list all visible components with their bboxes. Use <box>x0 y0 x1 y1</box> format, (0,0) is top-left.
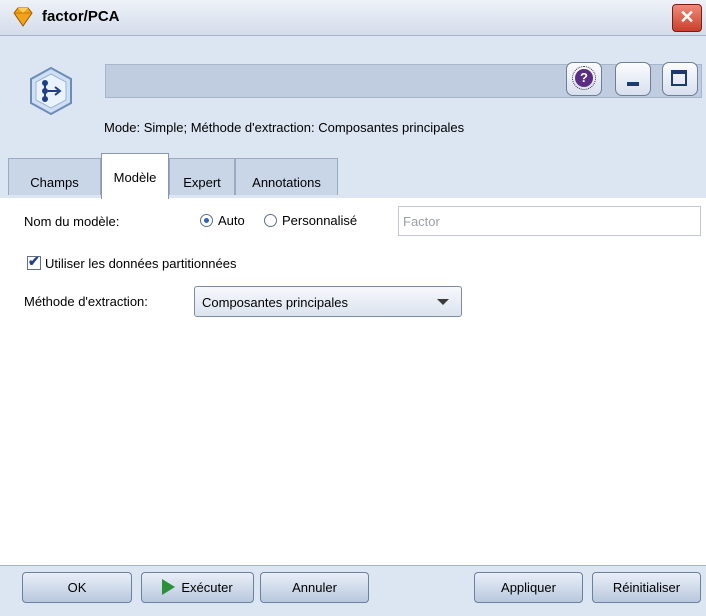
dialog-window: factor/PCA ✕ ? Mode: Simple; Méthode d'e… <box>0 0 706 616</box>
help-icon: ? <box>572 66 596 90</box>
help-button[interactable]: ? <box>566 62 602 96</box>
mode-summary: Mode: Simple; Méthode d'extraction: Comp… <box>104 120 465 135</box>
window-title: factor/PCA <box>42 8 120 25</box>
radio-custom-label[interactable]: Personnalisé <box>282 213 357 228</box>
ok-button[interactable]: OK <box>22 572 132 603</box>
model-tab-panel: Nom du modèle: Auto Personnalisé Factor … <box>0 198 706 565</box>
minimize-icon <box>627 82 639 86</box>
header-bar <box>105 64 702 98</box>
model-name-input[interactable]: Factor <box>398 206 701 236</box>
execute-label: Exécuter <box>181 580 233 595</box>
factor-node-icon <box>30 66 72 116</box>
radio-auto[interactable] <box>200 214 213 227</box>
partition-checkbox[interactable]: ✔ <box>27 253 41 270</box>
tab-expert[interactable]: Expert <box>169 158 235 195</box>
cancel-button[interactable]: Annuler <box>260 572 369 603</box>
tab-modele[interactable]: Modèle <box>101 153 169 199</box>
reset-button[interactable]: Réinitialiser <box>592 572 701 603</box>
tab-annotations[interactable]: Annotations <box>235 158 338 195</box>
chevron-down-icon <box>437 299 449 305</box>
tab-champs[interactable]: Champs <box>8 158 101 195</box>
model-name-label: Nom du modèle: <box>24 214 120 229</box>
close-button[interactable]: ✕ <box>672 4 702 32</box>
dialog-header: ? Mode: Simple; Méthode d'extraction: Co… <box>0 36 706 152</box>
radio-auto-label[interactable]: Auto <box>218 213 245 228</box>
apply-button[interactable]: Appliquer <box>474 572 583 603</box>
tab-strip: Champs Modèle Expert Annotations <box>0 152 706 199</box>
maximize-button[interactable] <box>662 62 698 96</box>
minimize-button[interactable] <box>615 62 651 96</box>
node-diamond-icon <box>13 7 33 27</box>
partition-checkbox-label[interactable]: Utiliser les données partitionnées <box>45 256 237 271</box>
extraction-method-value: Composantes principales <box>202 295 348 310</box>
play-icon <box>162 579 176 595</box>
checkmark-icon: ✔ <box>28 253 40 269</box>
button-bar: OK Exécuter Annuler Appliquer Réinitiali… <box>0 565 706 616</box>
title-bar[interactable]: factor/PCA ✕ <box>0 0 706 36</box>
maximize-icon <box>671 70 687 86</box>
extraction-label: Méthode d'extraction: <box>24 294 148 309</box>
extraction-method-select[interactable]: Composantes principales <box>194 286 462 317</box>
execute-button[interactable]: Exécuter <box>141 572 254 603</box>
radio-custom[interactable] <box>264 214 277 227</box>
